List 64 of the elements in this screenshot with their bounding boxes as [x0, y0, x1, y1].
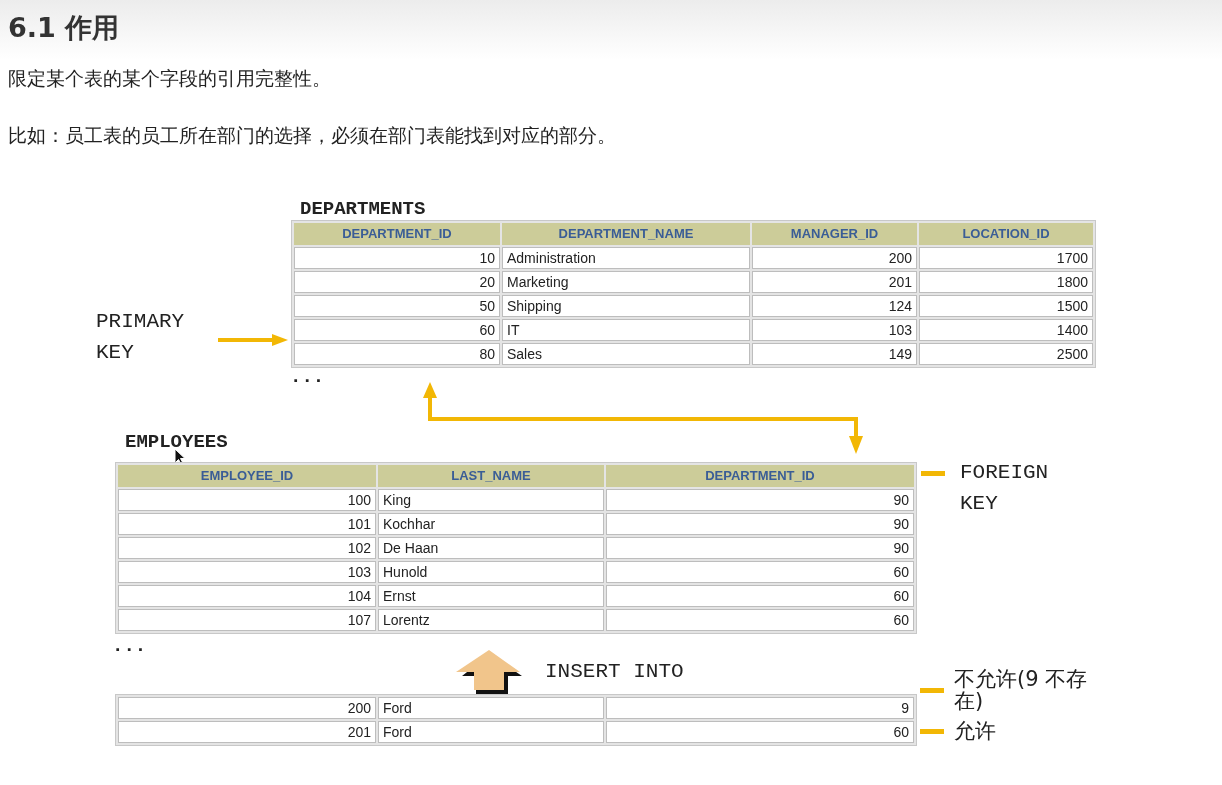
table-title: DEPARTMENTS [300, 198, 426, 220]
paragraph: 限定某个表的某个字段的引用完整性。 [7, 66, 332, 91]
table-cell: 60 [294, 319, 500, 341]
table-cell: 100 [118, 489, 376, 511]
table-cell: De Haan [378, 537, 604, 559]
table-cell: 149 [752, 343, 917, 365]
column-header: EMPLOYEE_ID [118, 465, 376, 487]
table-cell: 60 [606, 585, 914, 607]
table-cell: 2500 [919, 343, 1093, 365]
table-cell: Lorentz [378, 609, 604, 631]
table-cell: 1500 [919, 295, 1093, 317]
table-cell: 124 [752, 295, 917, 317]
table-cell: Kochhar [378, 513, 604, 535]
table-cell: 20 [294, 271, 500, 293]
table-cell: 104 [118, 585, 376, 607]
table-cell: 60 [606, 721, 914, 743]
table-cell: 107 [118, 609, 376, 631]
table-cell: 10 [294, 247, 500, 269]
table-cell: Administration [502, 247, 750, 269]
ellipsis: ... [112, 635, 147, 657]
foreign-key-label: FOREIGN KEY [960, 460, 1049, 517]
table-cell: Shipping [502, 295, 750, 317]
paragraph: 比如：员工表的员工所在部门的选择，必须在部门表能找到对应的部分。 [7, 123, 617, 148]
table-cell: 50 [294, 295, 500, 317]
table-cell: 80 [294, 343, 500, 365]
column-header: DEPARTMENT_NAME [502, 223, 750, 245]
table-cell: Marketing [502, 271, 750, 293]
table-cell: 102 [118, 537, 376, 559]
table-cell: 200 [752, 247, 917, 269]
table-title: EMPLOYEES [125, 431, 228, 453]
table-cell: IT [502, 319, 750, 341]
primary-key-label: PRIMARY KEY [96, 309, 185, 366]
table-cell: Sales [502, 343, 750, 365]
table-cell: Ford [378, 697, 604, 719]
table-cell: 101 [118, 513, 376, 535]
table-cell: 103 [752, 319, 917, 341]
table-cell: 200 [118, 697, 376, 719]
column-header: LOCATION_ID [919, 223, 1093, 245]
column-header: MANAGER_ID [752, 223, 917, 245]
insert-label: INSERT INTO [545, 659, 684, 685]
table-cell: 1800 [919, 271, 1093, 293]
table-cell: 90 [606, 489, 914, 511]
table-cell: 90 [606, 513, 914, 535]
table-cell: Ford [378, 721, 604, 743]
note-label: 不允许(9 不存在) [954, 668, 1089, 712]
table-cell: 1700 [919, 247, 1093, 269]
table-cell: 60 [606, 609, 914, 631]
column-header: DEPARTMENT_ID [606, 465, 914, 487]
note-label: 允许 [954, 720, 997, 742]
ellipsis: ... [290, 366, 325, 388]
table-cell: 9 [606, 697, 914, 719]
section-heading: 6.1 作用 [7, 11, 121, 45]
table-cell: Ernst [378, 585, 604, 607]
table-cell: 1400 [919, 319, 1093, 341]
arrow-icon [218, 333, 288, 347]
table-cell: 90 [606, 537, 914, 559]
table-cell: King [378, 489, 604, 511]
column-header: DEPARTMENT_ID [294, 223, 500, 245]
column-header: LAST_NAME [378, 465, 604, 487]
table-cell: Hunold [378, 561, 604, 583]
table-cell: 103 [118, 561, 376, 583]
table-cell: 201 [752, 271, 917, 293]
table-cell: 201 [118, 721, 376, 743]
table-cell: 60 [606, 561, 914, 583]
